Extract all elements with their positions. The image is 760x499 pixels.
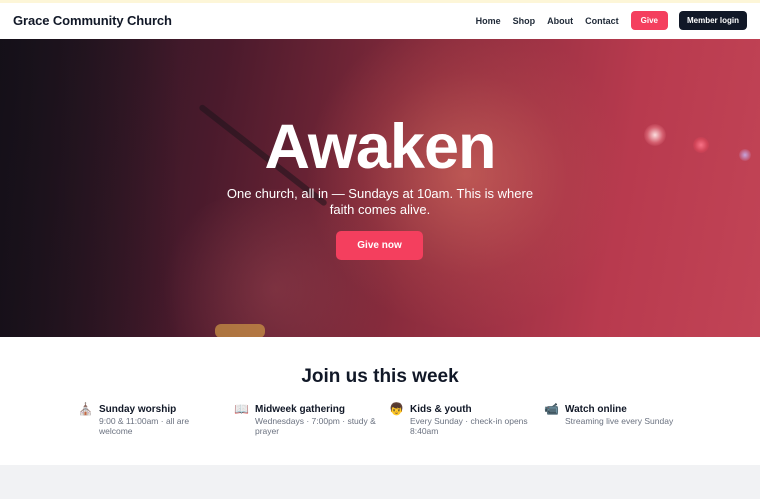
- nav-about[interactable]: About: [547, 16, 573, 26]
- event-description: Every Sunday · check-in opens 8:40am: [410, 416, 528, 436]
- event-title: Kids & youth: [410, 404, 472, 415]
- event-title: Watch online: [565, 404, 627, 415]
- site-brand[interactable]: Grace Community Church: [13, 13, 172, 28]
- hero-left-shadow: [0, 39, 180, 337]
- shirt-graphic-shape: [215, 324, 265, 337]
- give-now-button[interactable]: Give now: [336, 231, 423, 260]
- give-button[interactable]: Give: [630, 11, 668, 30]
- hero-title: Awaken: [264, 112, 497, 182]
- nav-contact[interactable]: Contact: [585, 16, 619, 26]
- video-camera-icon: 📹: [544, 402, 559, 416]
- church-icon: ⛪: [78, 402, 93, 416]
- hero-subtitle: One church, all in — Sundays at 10am. Th…: [226, 186, 534, 217]
- hero-banner: Awaken One church, all in — Sundays at 1…: [0, 39, 760, 337]
- event-title: Midweek gathering: [255, 404, 346, 415]
- book-icon: 📖: [234, 402, 249, 416]
- child-icon: 👦: [389, 402, 404, 416]
- section-title: Join us this week: [301, 366, 459, 387]
- member-login-button[interactable]: Member login: [678, 11, 747, 30]
- this-week-section: Join us this week ⛪ Sunday worship 9:00 …: [0, 337, 760, 465]
- lower-section-band: [0, 465, 760, 499]
- site-header: Grace Community Church Home Shop About C…: [0, 3, 760, 39]
- event-description: Streaming live every Sunday: [565, 416, 674, 426]
- event-description: Wednesdays · 7:00pm · study & prayer: [255, 416, 376, 436]
- main-nav: Home Shop About Contact Give Member logi…: [476, 11, 747, 30]
- event-title: Sunday worship: [99, 404, 177, 415]
- nav-home[interactable]: Home: [476, 16, 501, 26]
- nav-shop[interactable]: Shop: [513, 16, 536, 26]
- event-description: 9:00 & 11:00am · all are welcome: [99, 416, 190, 436]
